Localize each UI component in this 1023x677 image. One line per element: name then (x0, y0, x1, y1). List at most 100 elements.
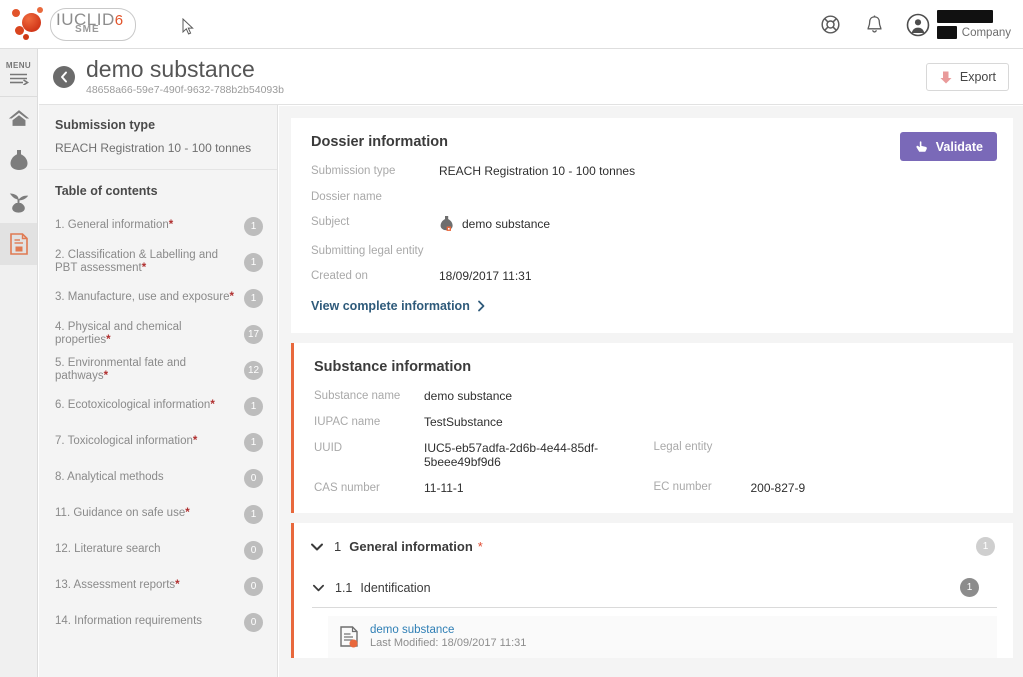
section-1-card: 1 General information * 1 1.1 Identifica… (291, 523, 1013, 658)
field-value: 18/09/2017 11:31 (439, 269, 532, 283)
document-list-item[interactable]: demo substance Last Modified: 18/09/2017… (328, 616, 997, 658)
validate-hand-icon (916, 141, 927, 152)
toc-item[interactable]: 5. Environmental fate and pathways* 12 (39, 352, 277, 388)
toc-required-star: * (168, 219, 174, 232)
mouse-cursor-icon (182, 18, 194, 35)
validate-button[interactable]: Validate (899, 132, 997, 161)
field-label: Submitting legal entity (311, 245, 424, 257)
toc-required-star: * (175, 579, 180, 592)
submission-type-value: REACH Registration 10 - 100 tonnes (55, 141, 252, 155)
toc-required-star: * (229, 291, 235, 304)
field-value: TestSubstance (424, 415, 503, 429)
field-label: Substance name (314, 390, 401, 402)
flask-substance-icon (440, 216, 453, 231)
chevron-down-icon[interactable] (312, 583, 325, 593)
field-cas-ec-row: CAS number 11-11-1 EC number 200-827-9 (314, 481, 993, 495)
toc-item-label: 5. Environmental fate and pathways* (55, 356, 187, 383)
toc-item[interactable]: 14. Information requirements 0 (39, 604, 277, 640)
sidebar-item-mixtures[interactable] (0, 181, 37, 223)
dossier-information-title: Dossier information (311, 134, 448, 150)
field-cas-number: CAS number 11-11-1 (314, 481, 654, 495)
page-header-texts: demo substance 48658a66-59e7-490f-9632-7… (86, 57, 284, 97)
toc-item-label: 11. Guidance on safe use* (55, 507, 190, 520)
menu-toggle-button[interactable]: MENU (0, 49, 37, 97)
toc-item[interactable]: 2. Classification & Labelling and PBT as… (39, 244, 277, 280)
mixture-icon (9, 193, 29, 213)
bell-icon[interactable] (862, 12, 888, 38)
toc-item-label: 13. Assessment reports* (55, 579, 180, 592)
toc-count-badge: 1 (244, 504, 263, 524)
toc-item-label: 14. Information requirements (55, 615, 203, 628)
section-name: General information (349, 539, 473, 554)
section-count-badge: 1 (976, 537, 995, 556)
toc-count-badge: 0 (244, 612, 263, 632)
field-dossier-name: Dossier name (311, 190, 993, 203)
document-link[interactable]: demo substance (370, 624, 526, 637)
export-icon (940, 71, 952, 83)
toc-required-star: * (210, 399, 215, 412)
toc-required-star: * (185, 507, 190, 520)
toc-required-star: * (192, 435, 198, 448)
view-complete-information-label: View complete information (311, 299, 470, 313)
hamburger-icon (9, 73, 29, 85)
sidebar-item-substances[interactable] (0, 139, 37, 181)
section-required-star: * (477, 539, 483, 554)
chevron-down-icon[interactable] (310, 542, 324, 552)
toc-required-star: * (141, 262, 147, 274)
toc-count-badge: 1 (244, 432, 263, 452)
field-created-on: Created on 18/09/2017 11:31 (311, 269, 993, 283)
field-legal-entity: Legal entity (654, 441, 994, 453)
subsection-1-1-header[interactable]: 1.1 Identification 1 (312, 570, 997, 608)
toc-item[interactable]: 3. Manufacture, use and exposure* 1 (39, 280, 277, 316)
home-icon (8, 110, 29, 126)
toc-item[interactable]: 12. Literature search 0 (39, 532, 277, 568)
field-label: EC number (653, 481, 712, 493)
back-button[interactable] (53, 65, 75, 88)
user-menu[interactable]: Company (906, 10, 1011, 39)
toc-count-badge: 0 (244, 540, 263, 560)
export-button[interactable]: Export (925, 63, 1009, 91)
validate-label: Validate (935, 139, 983, 154)
toc-count-badge: 1 (244, 288, 263, 308)
toc-item-label: 1. General information* (55, 219, 174, 232)
subsection-count-badge: 1 (960, 578, 979, 597)
toc-item[interactable]: 6. Ecotoxicological information* 1 (39, 388, 277, 424)
toc-required-star: * (106, 334, 111, 346)
toc-item[interactable]: 1. General information* 1 (39, 208, 277, 244)
toc-item[interactable]: 11. Guidance on safe use* 1 (39, 496, 277, 532)
toc-item-label: 2. Classification & Labelling and PBT as… (55, 248, 219, 275)
field-label: Dossier name (311, 191, 382, 203)
section-1-header[interactable]: 1 General information * 1 (294, 523, 1013, 570)
section-number: 1 (334, 539, 342, 554)
field-submission-type: Submission type REACH Registration 10 - … (311, 164, 993, 178)
toc-count-badge: 0 (244, 576, 263, 596)
subsection-number: 1.1 (335, 580, 353, 595)
toc-count-badge: 1 (244, 216, 263, 236)
substance-information-title: Substance information (314, 359, 472, 375)
flask-icon (10, 150, 27, 170)
sidebar-item-dossiers[interactable] (0, 223, 37, 265)
substance-information-card: Substance information Substance name dem… (291, 343, 1013, 513)
sidebar-item-home[interactable] (0, 97, 37, 139)
user-name-redacted (936, 10, 993, 23)
toc-count-badge: 12 (244, 360, 263, 380)
lifebuoy-icon[interactable] (818, 12, 844, 38)
toc-item-label: 8. Analytical methods (55, 471, 164, 484)
toc-item[interactable]: 7. Toxicological information* 1 (39, 424, 277, 460)
toc-item[interactable]: 13. Assessment reports* 0 (39, 568, 277, 604)
view-complete-information-link[interactable]: View complete information (311, 299, 486, 313)
toc-list: 1. General information* 1 2. Classificatio… (39, 208, 277, 640)
toc-item-label: 7. Toxicological information* (55, 435, 198, 448)
main-content: Dossier information Validate Submission … (279, 106, 1023, 677)
company-label: Company (961, 26, 1011, 39)
field-value: IUC5-eb57adfa-2d6b-4e44-85df-5beee49bf9d… (424, 441, 599, 469)
menu-label: MENU (5, 60, 32, 70)
field-value: 11-11-1 (424, 481, 464, 495)
user-avatar-icon (906, 13, 930, 36)
iuclid-logo[interactable]: IUCLID6 SME (10, 2, 136, 46)
brand-version: 6 (114, 12, 124, 29)
toc-count-badge: 17 (244, 324, 263, 344)
toc-item[interactable]: 4. Physical and chemical properties* 17 (39, 316, 277, 352)
toc-required-star: * (103, 370, 109, 382)
toc-item[interactable]: 8. Analytical methods 0 (39, 460, 277, 496)
